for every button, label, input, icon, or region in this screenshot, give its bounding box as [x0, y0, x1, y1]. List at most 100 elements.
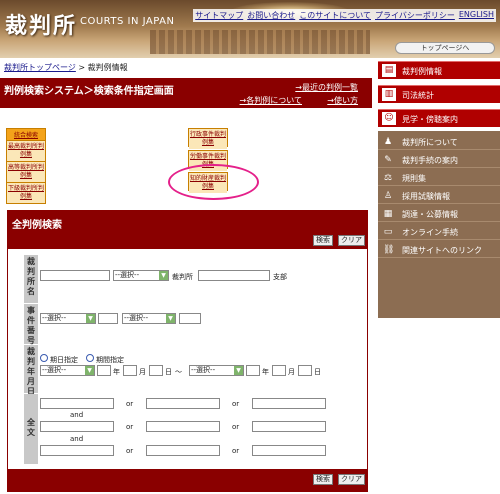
courtroom-benches: [150, 30, 370, 54]
sidebar-item-about-courts[interactable]: ♟ 裁判所について: [378, 134, 500, 150]
label-full-text: 全文: [24, 394, 38, 464]
category-column-courts: 統合検索 最高裁判所判例集 高等裁判所判例集 下級裁判所判例集: [6, 128, 46, 204]
unit-month-label: 月: [288, 368, 295, 376]
chevron-down-icon: ▼: [159, 271, 168, 280]
date-to-year-input[interactable]: [246, 365, 260, 376]
radio-date-period-label: 期間指定: [96, 356, 124, 364]
site-logo-english: COURTS IN JAPAN: [80, 16, 175, 27]
clear-button-bottom[interactable]: クリア: [338, 474, 365, 485]
fulltext-input-1-1[interactable]: [40, 398, 114, 409]
branch-suffix-label: 支部: [273, 273, 287, 281]
case-year-input[interactable]: [98, 313, 118, 324]
howto-link[interactable]: →使い方: [327, 95, 358, 106]
unit-day-label: 日: [314, 368, 321, 376]
grid-icon: ▦: [383, 209, 393, 219]
radio-date-exact[interactable]: [40, 354, 48, 362]
case-number-input[interactable]: [179, 313, 201, 324]
case-era-select[interactable]: --選択-- ▼: [40, 313, 96, 324]
site-logo[interactable]: 裁判所: [5, 8, 77, 40]
court-location-input[interactable]: [40, 270, 110, 281]
search-panel-header: 全判例検索 検索 クリア: [8, 211, 367, 249]
clear-button-top[interactable]: クリア: [338, 235, 365, 246]
fulltext-input-2-1[interactable]: [40, 421, 114, 432]
sidebar-item-label: 裁判所について: [402, 138, 458, 147]
sidebar-item-case-info[interactable]: ▤ 裁判例情報: [378, 61, 500, 79]
date-to-day-input[interactable]: [298, 365, 312, 376]
date-from-day-input[interactable]: [149, 365, 163, 376]
about-site-link[interactable]: このサイトについて: [299, 10, 371, 21]
tab-lower-court-cases[interactable]: 下級裁判所判例集: [7, 182, 45, 203]
date-to-month-input[interactable]: [272, 365, 286, 376]
fulltext-input-3-2[interactable]: [146, 445, 220, 456]
fulltext-input-2-3[interactable]: [252, 421, 326, 432]
page-title: 判例検索システム＞検索条件指定画面: [4, 86, 174, 97]
about-cases-link[interactable]: →各判例について: [240, 95, 302, 106]
search-button-top[interactable]: 検索: [313, 235, 333, 246]
top-page-button[interactable]: トップページへ: [395, 42, 495, 54]
person-icon: ☺: [382, 112, 396, 125]
sidebar-item-statistics[interactable]: ▥ 司法統計: [378, 85, 500, 103]
sidebar-item-label: 司法統計: [402, 91, 434, 100]
tab-integrated-search[interactable]: 統合検索: [7, 129, 45, 140]
tab-high-court-cases[interactable]: 高等裁判所判例集: [7, 161, 45, 182]
label-case-number: 事件番号: [24, 304, 38, 345]
fulltext-input-3-3[interactable]: [252, 445, 326, 456]
sidebar-item-online[interactable]: ▭ オンライン手続: [378, 224, 500, 240]
search-panel-footer: 検索 クリア: [8, 469, 367, 491]
breadcrumb-current: 裁判例情報: [87, 63, 128, 72]
sidebar-item-visit-guide[interactable]: ☺ 見学・傍聴案内: [378, 109, 500, 127]
breadcrumb-home-link[interactable]: 裁判所トップページ: [4, 63, 76, 72]
recent-cases-link[interactable]: →最近の判例一覧: [295, 82, 358, 93]
radio-date-period[interactable]: [86, 354, 94, 362]
sidebar-item-recruitment[interactable]: ♙ 採用試験情報: [378, 188, 500, 204]
privacy-policy-link[interactable]: プライバシーポリシー: [375, 10, 455, 21]
branch-input[interactable]: [198, 270, 270, 281]
highlight-circle: [168, 164, 259, 200]
case-era-select-value: --選択--: [42, 314, 67, 322]
sidebar-item-label: 裁判手続の案内: [402, 156, 458, 165]
tab-administrative-cases[interactable]: 行政事件裁判例集: [189, 129, 227, 149]
unit-year-label: 年: [262, 368, 269, 376]
unit-day-label: 日: [165, 368, 172, 376]
fulltext-input-2-2[interactable]: [146, 421, 220, 432]
sidebar-item-rules[interactable]: ⚖ 規則集: [378, 170, 500, 186]
fulltext-input-3-1[interactable]: [40, 445, 114, 456]
site-header: 裁判所 COURTS IN JAPAN サイトマップ お問い合わせ このサイトに…: [0, 0, 500, 58]
breadcrumb: 裁判所トップページ > 裁判例情報: [4, 62, 128, 73]
fulltext-input-1-3[interactable]: [252, 398, 326, 409]
person-icon: ♙: [383, 191, 393, 201]
sidebar-item-links[interactable]: ⛓ 関連サイトへのリンク: [378, 242, 500, 258]
fulltext-input-1-2[interactable]: [146, 398, 220, 409]
tab-supreme-court-cases[interactable]: 最高裁判所判例集: [7, 140, 45, 161]
sidebar-item-label: 規則集: [402, 174, 426, 183]
label-court-name: 裁判所名: [24, 255, 38, 303]
date-to-era-select-value: --選択--: [191, 366, 216, 374]
operator-or: or: [232, 423, 240, 431]
court-type-select[interactable]: --選択-- ▼: [113, 270, 169, 281]
operator-or: or: [126, 400, 134, 408]
sidebar-item-label: 採用試験情報: [402, 192, 450, 201]
english-link[interactable]: ENGLISH: [459, 10, 494, 21]
date-from-year-input[interactable]: [97, 365, 111, 376]
chevron-down-icon: ▼: [86, 314, 95, 323]
sidebar-item-procedures[interactable]: ✎ 裁判手続の案内: [378, 152, 500, 168]
search-panel: 全判例検索 検索 クリア 裁判所名 --選択-- ▼ 裁判所 支部 事件番号 -…: [7, 210, 368, 492]
unit-month-label: 月: [139, 368, 146, 376]
chevron-down-icon: ▼: [85, 366, 94, 375]
case-symbol-select-value: --選択--: [124, 314, 149, 322]
sitemap-link[interactable]: サイトマップ: [195, 10, 243, 21]
search-panel-title: 全判例検索: [12, 220, 62, 231]
operator-and: and: [70, 435, 84, 443]
court-type-select-value: --選択--: [115, 271, 140, 279]
date-to-era-select[interactable]: --選択-- ▼: [189, 365, 244, 376]
document-icon: ▤: [382, 64, 396, 77]
date-from-era-select[interactable]: --選択-- ▼: [40, 365, 95, 376]
unit-year-label: 年: [113, 368, 120, 376]
contact-link[interactable]: お問い合わせ: [247, 10, 295, 21]
sidebar-item-label: 関連サイトへのリンク: [402, 246, 482, 255]
case-symbol-select[interactable]: --選択-- ▼: [122, 313, 176, 324]
date-from-month-input[interactable]: [123, 365, 137, 376]
monitor-icon: ▭: [383, 227, 393, 237]
search-button-bottom[interactable]: 検索: [313, 474, 333, 485]
sidebar-item-procurement[interactable]: ▦ 調達・公募情報: [378, 206, 500, 222]
